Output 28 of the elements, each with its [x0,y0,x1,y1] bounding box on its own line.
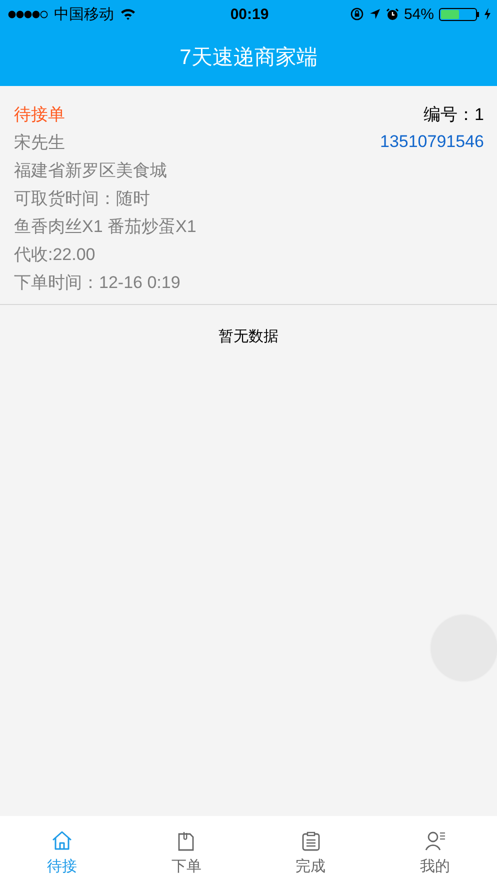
signal-icon [8,10,48,18]
alarm-clock-icon [386,8,399,20]
app-title: 7天速递商家端 [180,45,318,71]
checklist-icon [300,830,322,852]
phone-link[interactable]: 13510791546 [380,132,484,152]
charging-bolt-icon [484,8,491,20]
order-time-text: 下单时间：12-16 0:19 [14,272,180,294]
rotation-lock-icon [350,7,364,21]
address-text: 福建省新罗区美食城 [14,160,167,182]
items-text: 鱼香肉丝X1 番茄炒蛋X1 [14,216,196,238]
tab-item[interactable]: 完成 [248,816,373,883]
tab-item[interactable]: 下单 [124,816,248,883]
person-icon [424,830,446,852]
wifi-icon [120,8,136,20]
clock-time: 00:19 [230,6,269,22]
tab-item[interactable]: 我的 [372,816,497,883]
order-status: 待接单 [14,104,65,126]
empty-message: 暂无数据 [218,327,280,346]
tab-item[interactable]: 待接 [0,816,124,883]
order-number: 编号：1 [424,104,484,126]
customer-name: 宋先生 [14,132,65,154]
location-arrow-icon [368,8,381,20]
battery-icon [439,8,477,20]
collect-amount-text: 代收:22.00 [14,244,96,266]
home-icon [51,830,74,852]
pickup-time-text: 可取货时间：随时 [14,188,150,210]
battery-percent: 54% [404,6,434,22]
carrier-name: 中国移动 [54,4,114,24]
